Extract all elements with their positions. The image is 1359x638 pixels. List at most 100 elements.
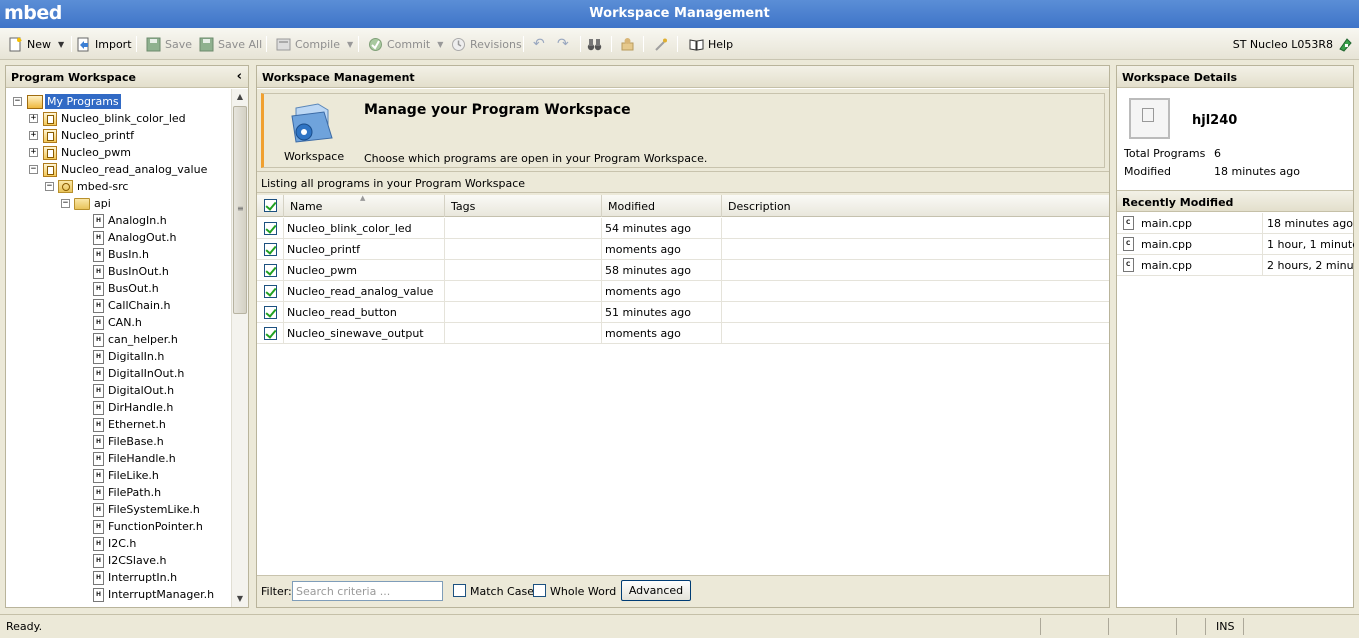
table-row[interactable]: Nucleo_read_analog_value moments ago — [257, 281, 1109, 302]
new-button-label: New — [27, 37, 51, 51]
scroll-down-icon[interactable]: ▼ — [232, 591, 248, 607]
tree-item-file[interactable]: FileLike.h — [93, 467, 159, 484]
save-button[interactable]: Save — [146, 35, 192, 53]
column-modified[interactable]: Modified — [602, 195, 722, 217]
filter-input[interactable]: Search criteria ... — [292, 581, 443, 601]
tree-item-file[interactable]: FunctionPointer.h — [93, 518, 203, 535]
tree-item-file[interactable]: I2C.h — [93, 535, 136, 552]
redo-button[interactable]: ↷ — [557, 35, 569, 53]
scroll-up-icon[interactable]: ▲ — [232, 89, 248, 105]
compile-button[interactable]: Compile ▼ — [276, 35, 353, 53]
tree-item-program[interactable]: + Nucleo_pwm — [29, 144, 131, 161]
scrollbar-thumb[interactable]: ≡ — [233, 106, 247, 314]
tree-item-program[interactable]: + Nucleo_printf — [29, 127, 134, 144]
help-button[interactable]: Help — [689, 35, 733, 53]
chevron-down-icon[interactable]: ▼ — [347, 40, 353, 49]
tree-item-file[interactable]: CAN.h — [93, 314, 142, 331]
tree-item-file[interactable]: InterruptManager.h — [93, 586, 214, 603]
username[interactable]: hjl240 — [1192, 113, 1237, 128]
row-select-cell[interactable] — [257, 218, 284, 239]
row-checkbox[interactable] — [264, 222, 277, 235]
row-checkbox[interactable] — [264, 306, 277, 319]
collapse-toggle-icon[interactable]: − — [13, 97, 22, 106]
tree-item-file[interactable]: FileHandle.h — [93, 450, 176, 467]
expand-toggle-icon[interactable]: + — [29, 114, 38, 123]
recent-file-row[interactable]: main.cpp 1 hour, 1 minute a — [1117, 234, 1354, 255]
tree-item-file[interactable]: InterruptIn.h — [93, 569, 177, 586]
row-checkbox[interactable] — [264, 243, 277, 256]
import-button[interactable]: Import — [76, 35, 132, 53]
tree-item-file[interactable]: Ethernet.h — [93, 416, 166, 433]
match-case-checkbox[interactable] — [453, 584, 466, 597]
expand-toggle-icon[interactable]: + — [29, 148, 38, 157]
tree-item-file[interactable]: DigitalIn.h — [93, 348, 164, 365]
tree-item-root[interactable]: − My Programs — [13, 93, 121, 110]
tree-item-file[interactable]: DigitalInOut.h — [93, 365, 184, 382]
cell-modified: moments ago — [602, 281, 722, 302]
table-row[interactable]: Nucleo_sinewave_output moments ago — [257, 323, 1109, 344]
tree-item-file[interactable]: DirHandle.h — [93, 399, 173, 416]
collapse-toggle-icon[interactable]: − — [29, 165, 38, 174]
settings-button[interactable] — [653, 35, 668, 53]
chevron-down-icon[interactable]: ▼ — [437, 40, 443, 49]
column-description[interactable]: Description — [722, 195, 1109, 217]
revisions-button[interactable]: Revisions — [451, 35, 522, 53]
undo-button[interactable]: ↶ — [533, 35, 545, 53]
tree-item-file[interactable]: BusIn.h — [93, 246, 149, 263]
tree-item-program[interactable]: − Nucleo_read_analog_value — [29, 161, 207, 178]
collapse-toggle-icon[interactable]: − — [45, 182, 54, 191]
tree-item-file[interactable]: BusInOut.h — [93, 263, 169, 280]
recent-file-row[interactable]: main.cpp 2 hours, 2 minutes — [1117, 255, 1354, 276]
tree-item-file[interactable]: BusOut.h — [93, 280, 159, 297]
row-checkbox[interactable] — [264, 264, 277, 277]
header-select-all[interactable] — [257, 195, 284, 217]
header-file-icon — [93, 264, 104, 279]
table-row[interactable]: Nucleo_printf moments ago — [257, 239, 1109, 260]
tree-item-file[interactable]: can_helper.h — [93, 331, 178, 348]
advanced-button[interactable]: Advanced — [621, 580, 691, 601]
whole-word-checkbox[interactable] — [533, 584, 546, 597]
row-checkbox[interactable] — [264, 285, 277, 298]
tree-item-file[interactable]: I2CSlave.h — [93, 552, 166, 569]
chevron-down-icon[interactable]: ▼ — [58, 40, 64, 49]
row-select-cell[interactable] — [257, 281, 284, 302]
tree-item-folder[interactable]: − api — [61, 195, 111, 212]
row-checkbox[interactable] — [264, 327, 277, 340]
tree-item-file[interactable]: FilePath.h — [93, 484, 161, 501]
row-select-cell[interactable] — [257, 323, 284, 344]
table-row[interactable]: Nucleo_blink_color_led 54 minutes ago — [257, 218, 1109, 239]
tree-item-program[interactable]: + Nucleo_blink_color_led — [29, 110, 186, 127]
save-all-button[interactable]: Save All — [199, 35, 262, 53]
row-select-cell[interactable] — [257, 239, 284, 260]
tree-scrollbar[interactable]: ▲ ≡ ▼ — [231, 89, 248, 607]
row-select-cell[interactable] — [257, 302, 284, 323]
tree-item-file[interactable]: AnalogOut.h — [93, 229, 176, 246]
row-select-cell[interactable] — [257, 260, 284, 281]
expand-toggle-icon[interactable]: + — [29, 131, 38, 140]
tree-item-file[interactable]: DigitalOut.h — [93, 382, 174, 399]
collapse-toggle-icon[interactable]: − — [61, 199, 70, 208]
tree-item-library[interactable]: − mbed-src — [45, 178, 128, 195]
tree-item-file[interactable]: CallChain.h — [93, 297, 170, 314]
column-tags[interactable]: Tags — [445, 195, 602, 217]
column-description-label: Description — [728, 200, 791, 213]
find-button[interactable] — [587, 35, 602, 53]
device-selector[interactable]: ST Nucleo L053R8 — [1233, 35, 1353, 53]
format-button[interactable] — [620, 35, 635, 53]
select-all-checkbox[interactable] — [264, 199, 277, 212]
column-name[interactable]: Name ▲ — [284, 194, 445, 217]
recent-file-row[interactable]: main.cpp 18 minutes ago — [1117, 213, 1353, 234]
commit-button-label: Commit — [387, 37, 431, 51]
table-row[interactable]: Nucleo_pwm 58 minutes ago — [257, 260, 1109, 281]
collapse-panel-icon[interactable]: ‹ — [237, 69, 242, 84]
tree-item-file[interactable]: FileBase.h — [93, 433, 164, 450]
new-button[interactable]: New ▼ — [8, 35, 64, 53]
cell-modified: 54 minutes ago — [602, 218, 722, 239]
commit-button[interactable]: Commit ▼ — [368, 35, 443, 53]
tree-item-file[interactable]: FileSystemLike.h — [93, 501, 200, 518]
header-file-icon — [93, 281, 104, 296]
program-icon — [43, 111, 57, 126]
table-row[interactable]: Nucleo_read_button 51 minutes ago — [257, 302, 1109, 323]
tree-item-file[interactable]: AnalogIn.h — [93, 212, 167, 229]
workspace-icon-label: Workspace — [284, 150, 345, 163]
